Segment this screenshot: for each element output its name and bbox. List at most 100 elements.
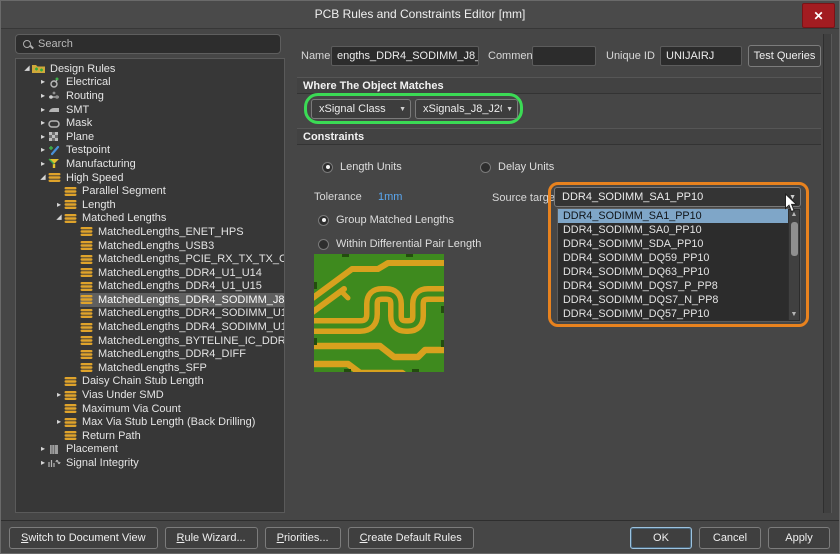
bars-icon bbox=[64, 417, 79, 428]
tree-item-matchedlengths-enet-hps[interactable]: MatchedLengths_ENET_HPS bbox=[16, 225, 284, 239]
tree-expand-icon[interactable]: ◢ bbox=[54, 213, 64, 223]
tree-item-matchedlengths-pcie-rx-tx-tx-c-clk[interactable]: MatchedLengths_PCIE_RX_TX_TX_C_CLK bbox=[16, 252, 284, 266]
source-target-dropdown-list[interactable]: DDR4_SODIMM_SA1_PP10DDR4_SODIMM_SA0_PP10… bbox=[557, 208, 801, 322]
tree-item-matchedlengths-usb3[interactable]: MatchedLengths_USB3 bbox=[16, 239, 284, 253]
name-field[interactable]: engths_DDR4_SODIMM_J8_J20 bbox=[331, 46, 479, 66]
tree-item-routing[interactable]: ▸Routing bbox=[16, 89, 284, 103]
tree-expand-icon[interactable]: ▸ bbox=[54, 417, 64, 427]
panel-scroll-strip[interactable] bbox=[823, 34, 832, 513]
dropdown-option[interactable]: DDR4_SODIMM_DQ59_PP10 bbox=[558, 251, 788, 265]
pcb-preview-graphic bbox=[314, 254, 444, 372]
comment-label: Comment bbox=[488, 50, 536, 62]
tree-item-matchedlengths-byteline-ic-ddr4[interactable]: MatchedLengths_BYTELINE_IC_DDR4 bbox=[16, 334, 284, 348]
tree-item-matchedlengths-ddr4-u1-u15[interactable]: MatchedLengths_DDR4_U1_U15 bbox=[16, 280, 284, 294]
apply-button[interactable]: Apply bbox=[768, 527, 830, 549]
tree-expand-icon[interactable]: ▸ bbox=[38, 444, 48, 454]
bars-icon bbox=[80, 308, 95, 319]
tree-item-matchedlengths-sfp[interactable]: MatchedLengths_SFP bbox=[16, 361, 284, 375]
tree-item-daisy-chain-stub-length[interactable]: Daisy Chain Stub Length bbox=[16, 375, 284, 389]
close-button[interactable]: ✕ bbox=[802, 3, 835, 28]
scroll-down-icon[interactable]: ▼ bbox=[789, 310, 799, 320]
tree-item-signal-integrity[interactable]: ▸Signal Integrity bbox=[16, 456, 284, 470]
tree-item-vias-under-smd[interactable]: ▸Vias Under SMD bbox=[16, 388, 284, 402]
tree-item-matchedlengths-ddr4-sodimm-u1-j20[interactable]: MatchedLengths_DDR4_SODIMM_U1_J20 bbox=[16, 307, 284, 321]
tree-item-testpoint[interactable]: ▸Testpoint bbox=[16, 144, 284, 158]
radio-dot bbox=[480, 162, 491, 173]
search-input[interactable]: Search bbox=[15, 34, 281, 54]
tree-item-plane[interactable]: ▸Plane bbox=[16, 130, 284, 144]
tree-item-length[interactable]: ▸Length bbox=[16, 198, 284, 212]
tolerance-value[interactable]: 1mm bbox=[378, 191, 402, 203]
bars-icon bbox=[80, 240, 95, 251]
comment-field[interactable] bbox=[532, 46, 596, 66]
tree-item-mask[interactable]: ▸ Mask bbox=[16, 116, 284, 130]
scope-combo[interactable]: xSignal Class ▼ bbox=[311, 99, 411, 119]
bars-icon bbox=[80, 226, 95, 237]
tree-expand-icon[interactable]: ▸ bbox=[54, 390, 64, 400]
footer-divider bbox=[1, 520, 839, 521]
tree-item-matchedlengths-ddr4-sodimm-u1-j8[interactable]: MatchedLengths_DDR4_SODIMM_U1_J8 bbox=[16, 320, 284, 334]
rules-tree[interactable]: ◢Design Rules▸Electrical▸Routing▸SMT▸Mas… bbox=[15, 58, 285, 513]
tree-expand-icon[interactable]: ◢ bbox=[22, 64, 32, 74]
scrollbar-thumb[interactable] bbox=[791, 222, 798, 256]
within-diff-pair-radio[interactable]: Within Differential Pair Length bbox=[318, 238, 481, 250]
source-target-combo[interactable]: DDR4_SODIMM_SA1_PP10 ▼ bbox=[554, 187, 801, 207]
dropdown-option[interactable]: DDR4_SODIMM_SA0_PP10 bbox=[558, 223, 788, 237]
tree-expand-icon[interactable]: ▸ bbox=[38, 118, 48, 128]
tree-item-electrical[interactable]: ▸Electrical bbox=[16, 76, 284, 90]
radio-dot bbox=[318, 215, 329, 226]
tree-item-max-via-stub-length-back-drilling-[interactable]: ▸Max Via Stub Length (Back Drilling) bbox=[16, 415, 284, 429]
priorities--button[interactable]: Priorities... bbox=[265, 527, 341, 549]
tree-expand-icon[interactable]: ▸ bbox=[38, 132, 48, 142]
tree-expand-icon[interactable]: ◢ bbox=[38, 173, 48, 183]
dropdown-option[interactable]: DDR4_SODIMM_DQ63_PP10 bbox=[558, 265, 788, 279]
cancel-button[interactable]: Cancel bbox=[699, 527, 761, 549]
plane-icon bbox=[48, 131, 63, 142]
tree-item-maximum-via-count[interactable]: Maximum Via Count bbox=[16, 402, 284, 416]
tree-item-matchedlengths-ddr4-sodimm-j8-j20[interactable]: MatchedLengths_DDR4_SODIMM_J8_J20 bbox=[16, 293, 284, 307]
title-bar[interactable]: PCB Rules and Constraints Editor [mm] ✕ bbox=[1, 1, 839, 29]
rule-wizard--button[interactable]: Rule Wizard... bbox=[165, 527, 258, 549]
switch-to-document-view-button[interactable]: Switch to Document View bbox=[9, 527, 158, 549]
tree-item-placement[interactable]: ▸Placement bbox=[16, 443, 284, 457]
create-default-rules-button[interactable]: Create Default Rules bbox=[348, 527, 474, 549]
test-queries-button[interactable]: Test Queries bbox=[748, 45, 821, 67]
footer-right-buttons: OK Cancel Apply bbox=[630, 527, 830, 549]
dropdown-scrollbar[interactable]: ▲ ▼ bbox=[788, 210, 799, 320]
tree-expand-icon[interactable]: ▸ bbox=[38, 91, 48, 101]
tree-expand-icon[interactable]: ▸ bbox=[38, 159, 48, 169]
tree-item-label: Mask bbox=[63, 117, 92, 129]
tree-item-matchedlengths-ddr4-u1-u14[interactable]: MatchedLengths_DDR4_U1_U14 bbox=[16, 266, 284, 280]
tree-item-label: MatchedLengths_DDR4_DIFF bbox=[95, 348, 246, 360]
dropdown-option[interactable]: DDR4_SODIMM_DQS7_N_PP8 bbox=[558, 293, 788, 307]
tree-item-label: Matched Lengths bbox=[79, 212, 166, 224]
dropdown-option[interactable]: DDR4_SODIMM_SA1_PP10 bbox=[558, 209, 788, 223]
xsignal-class-combo[interactable]: xSignals_J8_J20 ▼ bbox=[415, 99, 518, 119]
tree-item-return-path[interactable]: Return Path bbox=[16, 429, 284, 443]
ok-button[interactable]: OK bbox=[630, 527, 692, 549]
tree-item-matchedlengths-ddr4-diff[interactable]: MatchedLengths_DDR4_DIFF bbox=[16, 347, 284, 361]
tree-expand-icon[interactable]: ▸ bbox=[38, 105, 48, 115]
tree-item-high-speed[interactable]: ◢High Speed bbox=[16, 171, 284, 185]
electrical-icon bbox=[48, 77, 63, 88]
testpoint-icon bbox=[48, 145, 63, 156]
dropdown-option[interactable]: DDR4_SODIMM_DQ57_PP10 bbox=[558, 307, 788, 321]
tree-item-matched-lengths[interactable]: ◢ Matched Lengths bbox=[16, 212, 284, 226]
tree-item-label: MatchedLengths_DDR4_SODIMM_U1_J20 bbox=[95, 307, 285, 319]
delay-units-radio[interactable]: Delay Units bbox=[480, 161, 554, 173]
tree-expand-icon[interactable]: ▸ bbox=[38, 77, 48, 87]
dropdown-option[interactable]: DDR4_SODIMM_DQS7_P_PP8 bbox=[558, 279, 788, 293]
tree-expand-icon[interactable]: ▸ bbox=[54, 200, 64, 210]
tree-item-manufacturing[interactable]: ▸Manufacturing bbox=[16, 157, 284, 171]
tree-expand-icon[interactable]: ▸ bbox=[38, 145, 48, 155]
manufacturing-icon bbox=[48, 158, 63, 169]
tree-expand-icon[interactable]: ▸ bbox=[38, 458, 48, 468]
dropdown-option[interactable]: DDR4_SODIMM_SDA_PP10 bbox=[558, 237, 788, 251]
group-matched-lengths-radio[interactable]: Group Matched Lengths bbox=[318, 214, 454, 226]
tree-item-design-rules[interactable]: ◢Design Rules bbox=[16, 62, 284, 76]
tree-item-parallel-segment[interactable]: Parallel Segment bbox=[16, 184, 284, 198]
footer-left-buttons: Switch to Document View Rule Wizard... Pri… bbox=[9, 527, 474, 549]
unique-id-field[interactable]: UNIJAIRJ bbox=[660, 46, 742, 66]
tree-item-smt[interactable]: ▸SMT bbox=[16, 103, 284, 117]
length-units-radio[interactable]: Length Units bbox=[322, 161, 402, 173]
